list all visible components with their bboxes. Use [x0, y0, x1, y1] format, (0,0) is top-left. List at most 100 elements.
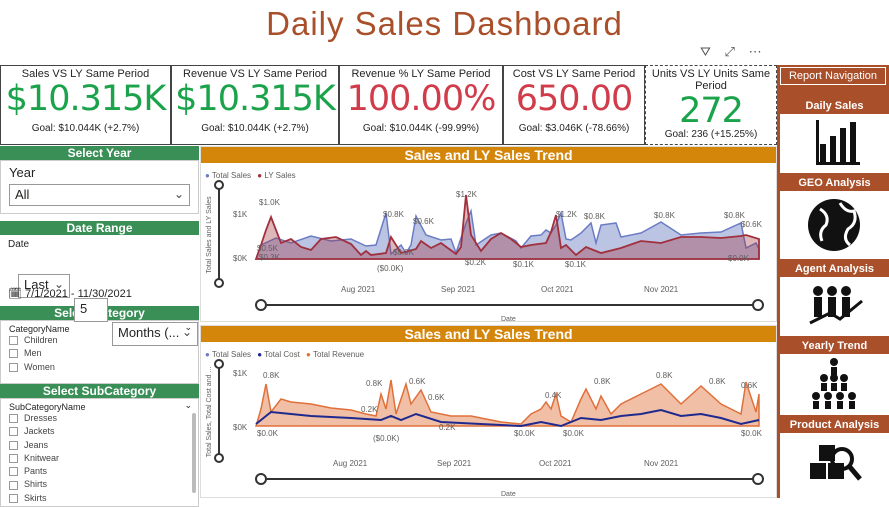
- scrollbar[interactable]: [192, 413, 196, 493]
- kpi-goal: Goal: $10.044K (-99.99%): [362, 123, 480, 134]
- list-item[interactable]: Knitwear: [1, 452, 198, 465]
- chevron-down-icon: ⌄: [184, 322, 192, 332]
- item-label: Jeans: [24, 439, 49, 450]
- nav-item-daily-sales[interactable]: Daily Sales: [780, 97, 889, 173]
- data-label: 0.4K: [545, 391, 562, 400]
- kpi-card-revenue[interactable]: Revenue VS LY Same Period $10.315K Goal:…: [171, 65, 339, 145]
- checkbox[interactable]: [9, 427, 18, 437]
- item-label: Men: [24, 348, 42, 359]
- zoom-handle[interactable]: [255, 299, 267, 311]
- ly-sales-area[interactable]: [254, 194, 760, 260]
- list-item[interactable]: Women: [1, 361, 198, 374]
- list-item[interactable]: Skirts: [1, 492, 198, 505]
- x-tick: Aug 2021: [333, 459, 368, 468]
- data-label: 0.8K: [263, 371, 280, 380]
- data-label: $0.8K: [383, 210, 405, 219]
- checkbox[interactable]: [9, 467, 18, 477]
- zoom-handle[interactable]: [214, 359, 224, 369]
- item-label: Knitwear: [24, 452, 60, 463]
- more-options-icon[interactable]: ⋯: [749, 44, 762, 59]
- kpi-card-cost[interactable]: Cost VS LY Same Period 650.00 Goal: $3.0…: [503, 65, 645, 145]
- kpi-goal: Goal: 236 (+15.25%): [664, 129, 758, 140]
- calendar-icon: 🗓: [8, 288, 22, 300]
- data-label: 0.8K: [709, 377, 726, 386]
- data-label: $0.0K: [741, 429, 763, 438]
- data-label: 0.2K: [439, 423, 456, 432]
- nav-item-agent-analysis[interactable]: Agent Analysis: [780, 260, 889, 336]
- chart1-svg: Total Sales and LY Sales $1K $0K $1.0K $…: [206, 180, 764, 323]
- item-label: Dresses: [24, 413, 58, 423]
- data-label: $0.3K: [259, 253, 281, 262]
- nav-label: Yearly Trend: [780, 338, 889, 354]
- data-label: $0.2K: [465, 258, 487, 267]
- nav-item-geo-analysis[interactable]: GEO Analysis: [780, 174, 889, 259]
- data-label: $0.0K: [257, 429, 279, 438]
- checkbox[interactable]: [9, 414, 18, 424]
- item-label: Women: [24, 361, 55, 372]
- x-axis-title: Date: [501, 316, 516, 323]
- data-label: 0.8K: [366, 379, 383, 388]
- dashboard-title: Daily Sales Dashboard: [266, 5, 623, 42]
- list-item[interactable]: Dresses: [1, 412, 198, 425]
- nav-item-product-analysis[interactable]: Product Analysis: [780, 416, 889, 498]
- kpi-title: Units VS LY Units Same Period: [651, 68, 771, 92]
- subcategory-slicer-header: Select SubCategory: [0, 384, 199, 398]
- x-tick: Nov 2021: [644, 459, 679, 468]
- checkbox[interactable]: [9, 440, 18, 450]
- zoom-handle[interactable]: [214, 180, 224, 190]
- list-item[interactable]: Jeans: [1, 439, 198, 452]
- relative-count-input[interactable]: 5: [74, 298, 108, 322]
- x-tick: Oct 2021: [541, 285, 574, 294]
- item-label: Jackets: [24, 426, 55, 437]
- kpi-card-sales[interactable]: Sales VS LY Same Period $10.315K Goal: $…: [0, 65, 171, 145]
- filter-icon[interactable]: ⛛: [700, 44, 711, 59]
- checkbox[interactable]: [9, 480, 18, 490]
- data-label: $0.1K: [565, 260, 587, 269]
- zoom-handle[interactable]: [255, 473, 267, 485]
- item-label: Children: [24, 335, 58, 345]
- kpi-value: 650.00: [515, 79, 633, 119]
- data-label: $1.2K: [556, 210, 578, 219]
- x-tick: Aug 2021: [341, 285, 376, 294]
- nav-item-yearly-trend[interactable]: Yearly Trend: [780, 337, 889, 415]
- checkbox[interactable]: [9, 493, 18, 503]
- nav-label: GEO Analysis: [780, 175, 889, 191]
- kpi-card-units[interactable]: Units VS LY Units Same Period 272 Goal: …: [645, 65, 777, 145]
- total-revenue-area[interactable]: [254, 379, 760, 427]
- list-item[interactable]: Pants: [1, 465, 198, 478]
- checkbox[interactable]: [9, 362, 18, 372]
- sales-trend-chart[interactable]: Sales and LY Sales Trend ● Total Sales ●…: [200, 146, 777, 323]
- zoom-handle[interactable]: [752, 473, 764, 485]
- data-labels: $1.0K $0.5K $0.3K $0.8K $0.0K ($0.0K) $0…: [257, 190, 763, 273]
- list-item[interactable]: Jackets: [1, 425, 198, 438]
- data-label: $0.5K: [257, 244, 279, 253]
- list-item[interactable]: Shirts: [1, 478, 198, 491]
- data-label: 0.2K: [361, 405, 378, 414]
- zoom-handle[interactable]: [214, 453, 224, 463]
- data-label: $0.0K: [514, 429, 536, 438]
- kpi-value: 100.00%: [346, 79, 497, 119]
- checkbox[interactable]: [9, 454, 18, 464]
- focus-mode-icon[interactable]: ⤢: [725, 44, 735, 59]
- checkbox[interactable]: [9, 336, 18, 346]
- zoom-handle[interactable]: [752, 299, 764, 311]
- nav-label: Product Analysis: [780, 417, 889, 433]
- checkbox[interactable]: [9, 349, 18, 359]
- year-dropdown[interactable]: All ⌄: [9, 184, 190, 206]
- zoom-handle[interactable]: [214, 278, 224, 288]
- x-tick: Sep 2021: [437, 459, 472, 468]
- data-label: 0.6K: [428, 393, 445, 402]
- sales-cost-revenue-chart[interactable]: Sales and LY Sales Trend ● Total Sales ●…: [200, 325, 777, 498]
- kpi-goal: Goal: $10.044K (+2.7%): [31, 123, 140, 134]
- year-value: All: [15, 187, 30, 202]
- chevron-down-icon: ⌄: [184, 400, 192, 410]
- list-item[interactable]: Men: [1, 347, 198, 360]
- chevron-down-icon: ⌄: [173, 187, 184, 201]
- nav-label: Agent Analysis: [780, 261, 889, 277]
- kpi-card-revenue-pct[interactable]: Revenue % LY Same Period 100.00% Goal: $…: [339, 65, 503, 145]
- kpi-goal: Goal: $10.044K (+2.7%): [201, 123, 309, 134]
- people-growth-icon: [809, 286, 863, 325]
- y-axis-title: Total Sales and LY Sales: [206, 196, 213, 274]
- bar-chart-icon: [816, 120, 860, 165]
- category-field-label: CategoryName ⌄: [1, 322, 198, 334]
